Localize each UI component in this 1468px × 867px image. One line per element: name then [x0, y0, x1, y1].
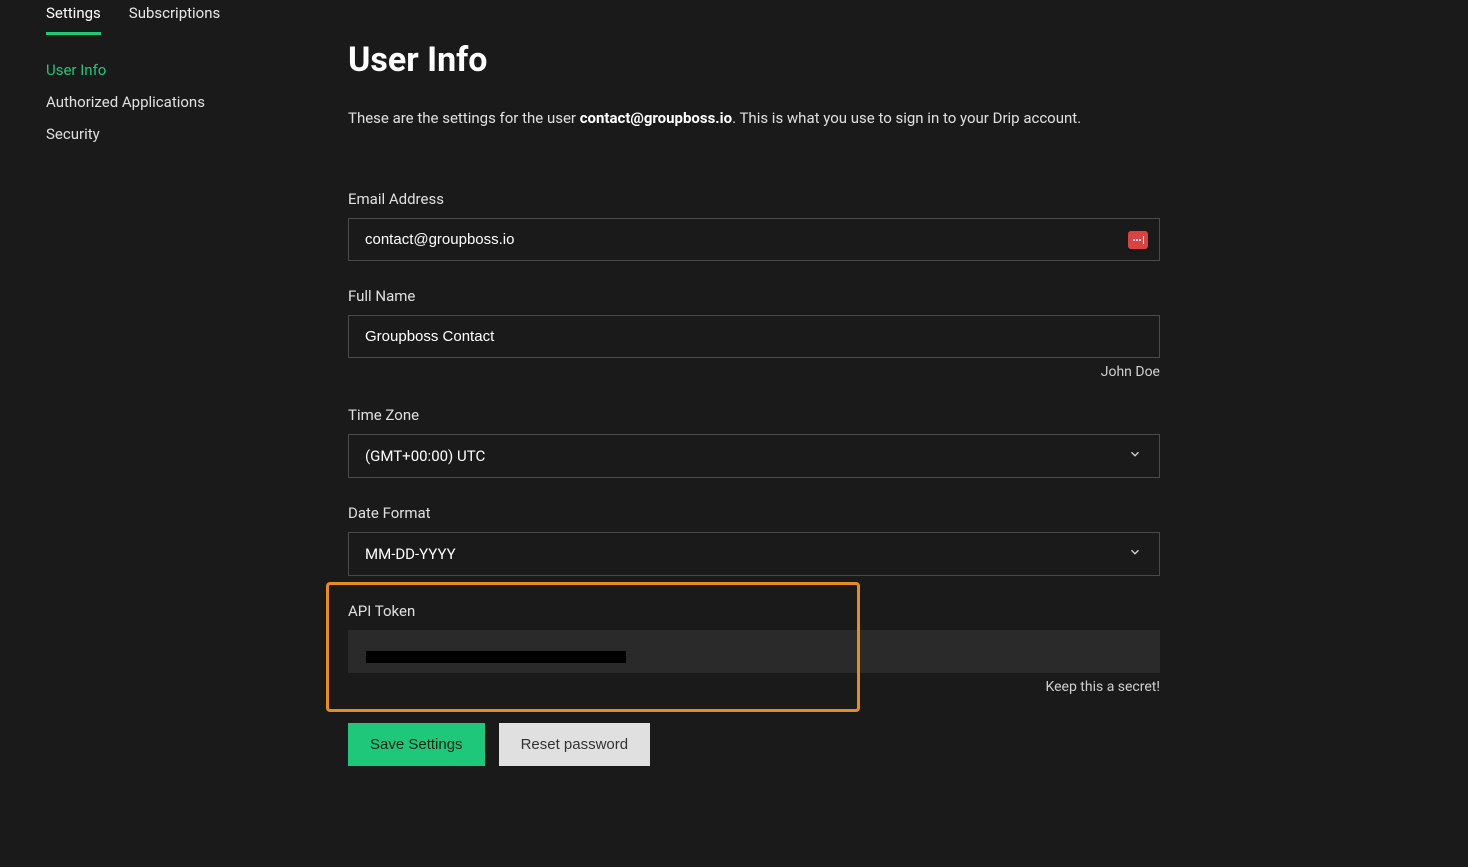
desc-prefix: These are the settings for the user [348, 109, 580, 127]
form-group-apitoken: API Token Keep this a secret! [348, 602, 1160, 695]
password-manager-icon[interactable] [1128, 231, 1148, 249]
tab-subscriptions[interactable]: Subscriptions [129, 4, 220, 35]
save-settings-button[interactable]: Save Settings [348, 723, 485, 766]
sidebar-tabs: Settings Subscriptions [46, 0, 300, 35]
apitoken-hint: Keep this a secret! [348, 679, 1160, 695]
timezone-select[interactable]: (GMT+00:00) UTC [348, 434, 1160, 478]
desc-email: contact@groupboss.io [580, 109, 732, 127]
sidebar: Settings Subscriptions User Info Authori… [0, 0, 300, 867]
form-group-email: Email Address [348, 190, 1160, 261]
dateformat-label: Date Format [348, 504, 1160, 522]
button-row: Save Settings Reset password [348, 723, 1160, 766]
sidebar-item-security[interactable]: Security [46, 123, 300, 145]
form-group-fullname: Full Name John Doe [348, 287, 1160, 380]
sidebar-item-authorized-applications[interactable]: Authorized Applications [46, 91, 300, 113]
reset-password-button[interactable]: Reset password [499, 723, 651, 766]
fullname-hint: John Doe [348, 364, 1160, 380]
sidebar-item-user-info[interactable]: User Info [46, 59, 300, 81]
page-description: These are the settings for the user cont… [348, 106, 1160, 130]
desc-suffix: . This is what you use to sign in to you… [732, 109, 1081, 127]
dateformat-select[interactable]: MM-DD-YYYY [348, 532, 1160, 576]
page-title: User Info [348, 40, 1160, 80]
timezone-label: Time Zone [348, 406, 1160, 424]
email-label: Email Address [348, 190, 1160, 208]
fullname-input[interactable] [348, 315, 1160, 358]
apitoken-label: API Token [348, 602, 1160, 620]
apitoken-redaction [366, 651, 626, 663]
email-input[interactable] [348, 218, 1160, 261]
main-content: User Info These are the settings for the… [300, 0, 1220, 867]
fullname-label: Full Name [348, 287, 1160, 305]
tab-settings[interactable]: Settings [46, 4, 101, 35]
sidebar-nav: User Info Authorized Applications Securi… [46, 59, 300, 145]
form-group-timezone: Time Zone (GMT+00:00) UTC [348, 406, 1160, 478]
form-group-dateformat: Date Format MM-DD-YYYY [348, 504, 1160, 576]
